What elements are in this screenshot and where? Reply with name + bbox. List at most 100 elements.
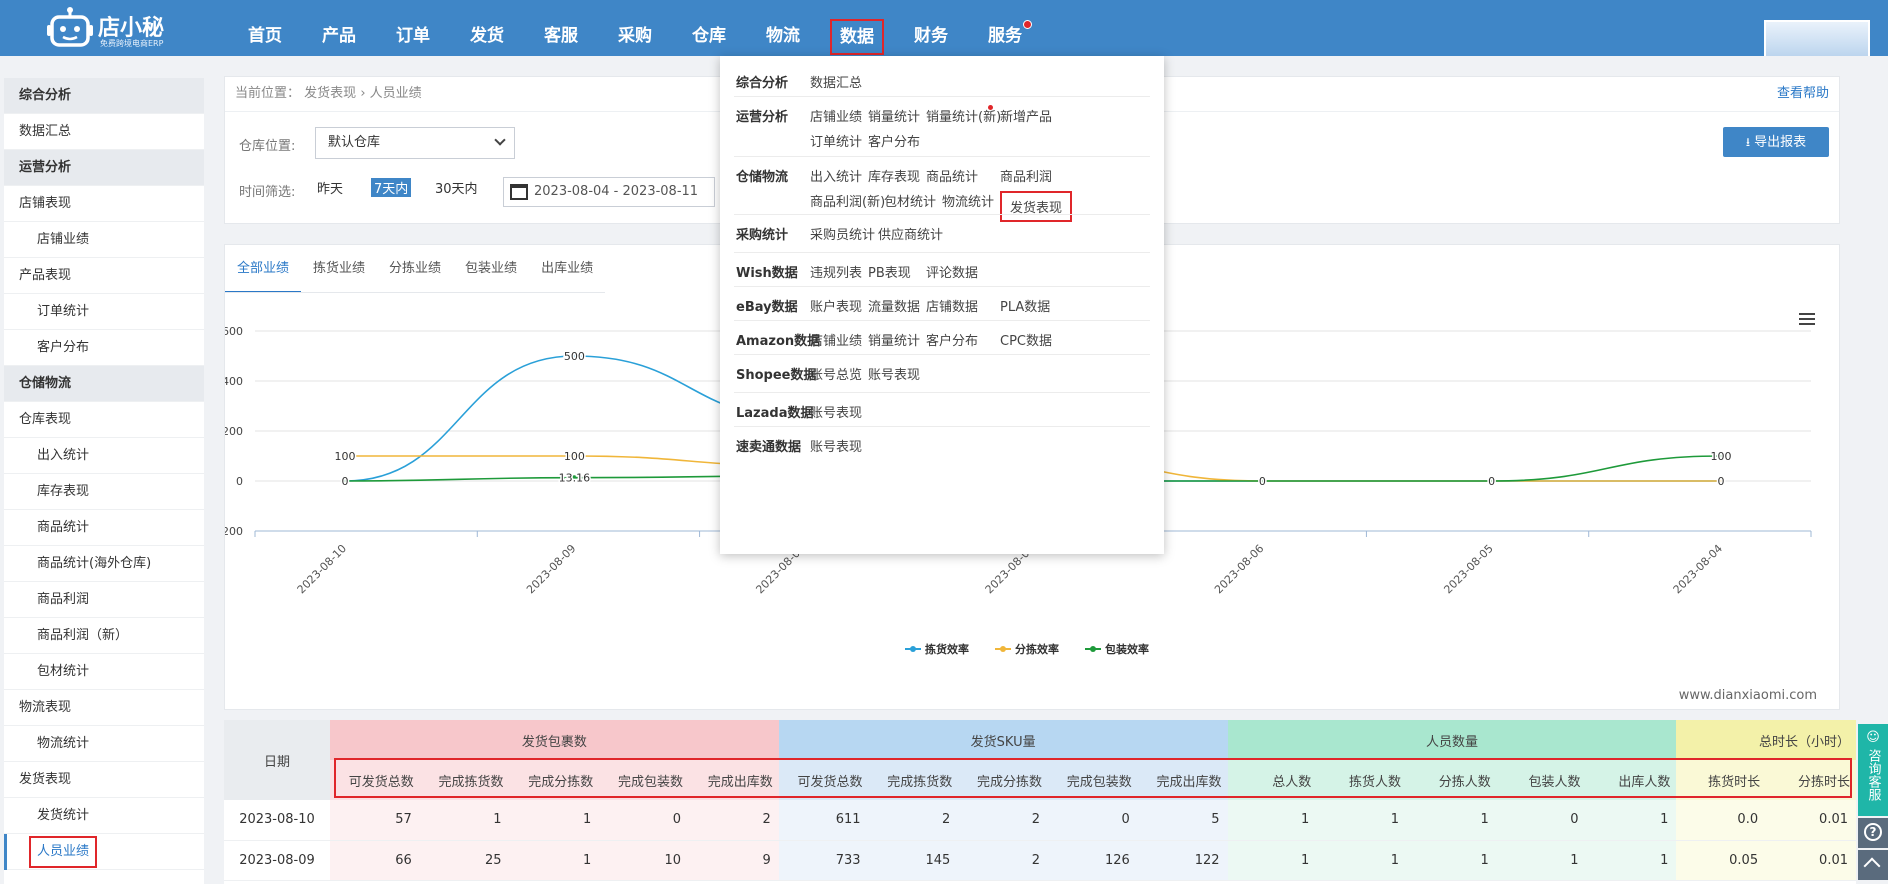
column-header[interactable]: 分拣时长: [1766, 760, 1856, 800]
sidebar-item[interactable]: 仓库表现: [4, 402, 204, 438]
sidebar-item[interactable]: 商品利润: [4, 582, 204, 618]
sidebar-item[interactable]: 店铺表现: [4, 186, 204, 222]
dropdown-link[interactable]: 销量统计: [868, 106, 920, 125]
dropdown-link[interactable]: 账户表现: [810, 296, 862, 315]
dropdown-link[interactable]: 账号表现: [810, 402, 862, 421]
dropdown-link[interactable]: 出入统计: [810, 166, 862, 185]
nav-logistics[interactable]: 物流: [746, 0, 820, 56]
sidebar-item[interactable]: 客户分布: [4, 330, 204, 366]
sidebar-item[interactable]: 产品表现: [4, 258, 204, 294]
tab-picking[interactable]: 拣货业绩: [301, 245, 377, 293]
dropdown-link[interactable]: 数据汇总: [810, 72, 862, 91]
sidebar-item[interactable]: 店铺业绩: [4, 222, 204, 258]
warehouse-select[interactable]: 默认仓库: [315, 127, 515, 159]
nav-shipping[interactable]: 发货: [450, 0, 524, 56]
dropdown-link[interactable]: 包材统计: [884, 191, 936, 210]
nav-finance[interactable]: 财务: [894, 0, 968, 56]
column-header[interactable]: 完成包装数: [1048, 760, 1138, 800]
dropdown-link[interactable]: 账号表现: [868, 364, 920, 383]
column-header[interactable]: 出库人数: [1586, 760, 1677, 800]
dropdown-link[interactable]: 违规列表: [810, 262, 862, 281]
nav-order[interactable]: 订单: [376, 0, 450, 56]
dropdown-link[interactable]: 供应商统计: [878, 224, 943, 243]
column-header[interactable]: 拣货人数: [1317, 760, 1408, 800]
tab-packing[interactable]: 包装业绩: [453, 245, 529, 293]
logo[interactable]: 店小秘 免费跨境电商ERP: [46, 4, 176, 50]
column-header[interactable]: 完成分拣数: [509, 760, 600, 800]
sidebar-item[interactable]: 包材统计: [4, 654, 204, 690]
column-header[interactable]: 分拣人数: [1407, 760, 1497, 800]
dropdown-link[interactable]: 店铺业绩: [810, 106, 862, 125]
dropdown-link[interactable]: 商品统计: [926, 166, 978, 185]
dropdown-link[interactable]: 账号总览: [810, 364, 862, 383]
dropdown-link[interactable]: CPC数据: [1000, 330, 1052, 349]
time-option-30days[interactable]: 30天内: [435, 178, 478, 197]
table-cell: 10: [599, 840, 689, 881]
nav-home[interactable]: 首页: [228, 0, 302, 56]
tab-outbound[interactable]: 出库业绩: [529, 245, 605, 293]
column-header[interactable]: 包装人数: [1496, 760, 1587, 800]
consult-service-button[interactable]: ☺ 咨询客服: [1858, 724, 1888, 816]
dropdown-link[interactable]: 账号表现: [810, 436, 862, 455]
dropdown-link[interactable]: 采购员统计: [810, 224, 875, 243]
sidebar-item-label: 综合分析: [19, 88, 72, 103]
performance-table: 日期 发货包裹数 发货SKU量 人员数量 总时长（小时） 可发货总数 完成拣货数 完成分拣数完…: [224, 720, 1856, 884]
dropdown-link[interactable]: PB表现: [868, 262, 911, 281]
nav-service[interactable]: 客服: [524, 0, 598, 56]
dropdown-link[interactable]: PLA数据: [1000, 296, 1050, 315]
tab-all[interactable]: 全部业绩: [225, 245, 302, 293]
sidebar-item[interactable]: 人员业绩: [4, 834, 204, 870]
dropdown-link[interactable]: 库存表现: [868, 166, 920, 185]
sidebar-item[interactable]: 订单统计: [4, 294, 204, 330]
column-header[interactable]: 可发货总数: [330, 760, 420, 800]
sidebar-item[interactable]: 发货表现: [4, 762, 204, 798]
sidebar-item[interactable]: 库存表现: [4, 474, 204, 510]
sidebar-item[interactable]: 发货统计: [4, 798, 204, 834]
dropdown-link[interactable]: 销量统计: [868, 330, 920, 349]
dropdown-link[interactable]: 商品利润: [1000, 166, 1052, 185]
sidebar-item[interactable]: 商品统计: [4, 510, 204, 546]
dropdown-link[interactable]: 流量数据: [868, 296, 920, 315]
sidebar-item[interactable]: 数据汇总: [4, 114, 204, 150]
dropdown-link[interactable]: 商品利润(新): [810, 191, 885, 210]
date-range-input[interactable]: 2023-08-04 - 2023-08-11: [503, 177, 715, 207]
nav-data[interactable]: 数据: [820, 0, 894, 56]
column-header[interactable]: 完成拣货数: [419, 760, 510, 800]
column-header[interactable]: 拣货时长: [1676, 760, 1767, 800]
sidebar-item[interactable]: 商品统计(海外仓库): [4, 546, 204, 582]
nav-product[interactable]: 产品: [302, 0, 376, 56]
sidebar-item[interactable]: 出入统计: [4, 438, 204, 474]
nav-services[interactable]: 服务: [968, 0, 1042, 56]
user-avatar[interactable]: [1764, 20, 1870, 56]
sidebar-item[interactable]: 商品利润（新）: [4, 618, 204, 654]
dropdown-link[interactable]: 订单统计: [810, 131, 862, 150]
dropdown-link[interactable]: 店铺数据: [926, 296, 978, 315]
column-header[interactable]: 可发货总数: [778, 760, 869, 800]
dropdown-link[interactable]: 发货表现: [1000, 191, 1073, 222]
y-tick-label: 600: [225, 325, 243, 338]
dropdown-link[interactable]: 客户分布: [926, 330, 978, 349]
dropdown-link[interactable]: 物流统计: [942, 191, 994, 210]
help-button[interactable]: ?: [1858, 818, 1888, 848]
column-header[interactable]: 完成拣货数: [868, 760, 959, 800]
back-to-top-button[interactable]: [1858, 850, 1888, 880]
tab-sorting[interactable]: 分拣业绩: [377, 245, 453, 293]
nav-warehouse[interactable]: 仓库: [672, 0, 746, 56]
dropdown-link[interactable]: 店铺业绩: [810, 330, 862, 349]
column-header[interactable]: 完成分拣数: [958, 760, 1049, 800]
dropdown-link[interactable]: 评论数据: [926, 262, 978, 281]
dropdown-link[interactable]: 客户分布: [868, 131, 920, 150]
nav-purchase[interactable]: 采购: [598, 0, 672, 56]
time-option-yesterday[interactable]: 昨天: [317, 178, 343, 197]
column-header[interactable]: 完成出库数: [689, 760, 779, 800]
help-link[interactable]: 查看帮助: [1777, 77, 1829, 111]
time-option-7days[interactable]: 7天内: [371, 178, 412, 197]
breadcrumb-parent[interactable]: 发货表现: [304, 86, 356, 101]
dropdown-link[interactable]: 新增产品: [1000, 106, 1052, 125]
column-header[interactable]: 完成出库数: [1137, 760, 1228, 800]
export-report-button[interactable]: ⭳ 导出报表: [1723, 127, 1829, 157]
column-header[interactable]: 完成包装数: [599, 760, 689, 800]
sidebar-item[interactable]: 物流统计: [4, 726, 204, 762]
column-header[interactable]: 总人数: [1227, 760, 1318, 800]
sidebar-item[interactable]: 物流表现: [4, 690, 204, 726]
